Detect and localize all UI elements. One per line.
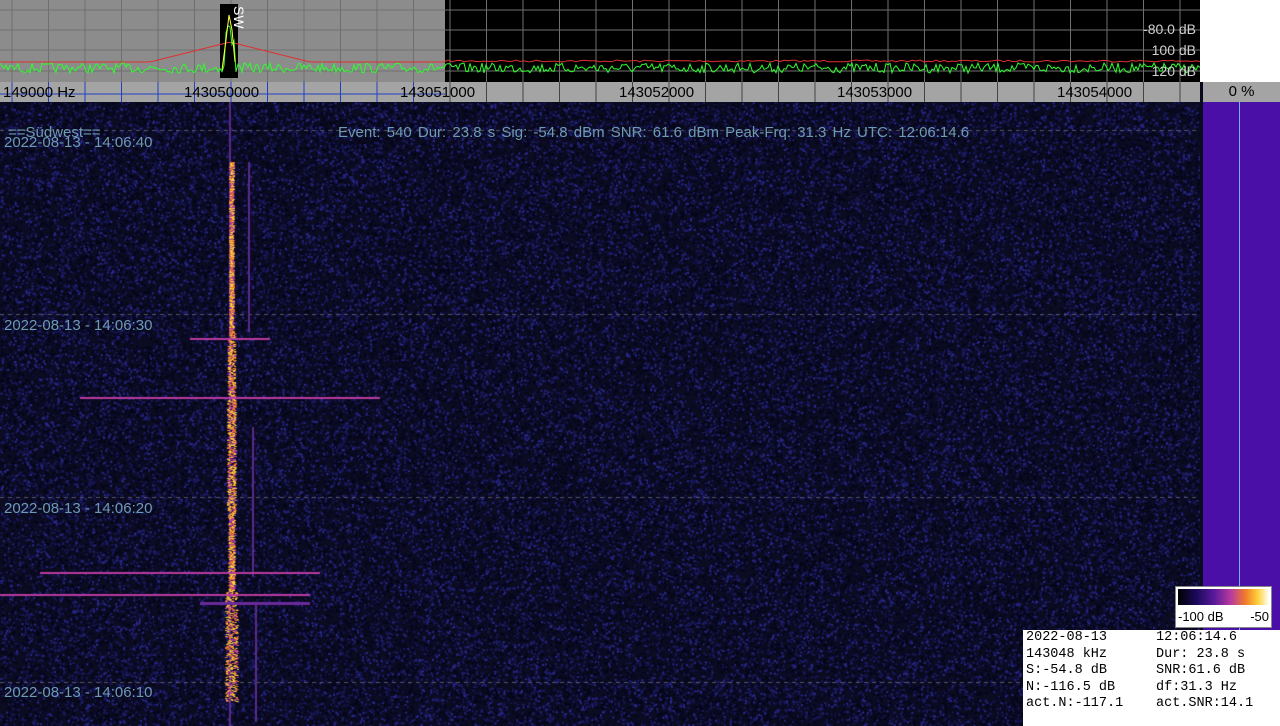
info-row: act.N:-117.1 act.SNR:14.1	[1023, 696, 1280, 713]
freq-label-start: 149000 Hz	[3, 84, 76, 101]
freq-label-1: 143050000	[184, 84, 260, 101]
info-act-noise: act.N:-117.1	[1026, 696, 1124, 711]
colorbar-high-label: -50	[1250, 609, 1269, 624]
top-right-panel	[1200, 0, 1280, 82]
freq-label-4: 143053000	[837, 84, 913, 101]
timestamp-label: 2022-08-13 - 14:06:20	[4, 500, 153, 517]
info-date: 2022-08-13	[1026, 630, 1108, 645]
freq-label-5: 143054000	[1057, 84, 1133, 101]
freq-label-3: 143052000	[619, 84, 695, 101]
info-signal: S:-54.8 dB	[1026, 663, 1108, 678]
info-row: 143048 kHz Dur: 23.8 s	[1023, 647, 1280, 664]
info-frequency: 143048 kHz	[1026, 646, 1108, 662]
db-label-top: -80.0 dB	[1143, 21, 1196, 37]
colorbar-low-label: -100 dB	[1178, 609, 1224, 624]
marker-label: SW	[231, 6, 247, 29]
waterfall-canvas	[0, 102, 1200, 726]
percent-readout: 0 %	[1203, 82, 1280, 102]
info-duration: Dur: 23.8 s	[1156, 646, 1246, 662]
info-panel: 2022-08-13 12:06:14.6 143048 kHz Dur: 23.8…	[1023, 630, 1280, 726]
info-act-snr: act.SNR:14.1	[1156, 696, 1254, 711]
info-snr: SNR:61.6 dB	[1156, 663, 1246, 678]
colorbar-gradient	[1178, 589, 1269, 605]
info-row: N:-116.5 dB df:31.3 Hz	[1023, 680, 1280, 697]
waterfall-display[interactable]: ==Südwest== Event: 540 Dur: 23.8 s Sig: …	[0, 102, 1200, 726]
spectrum-graph: SW	[0, 0, 1200, 82]
freq-label-2: 143051000	[400, 84, 476, 101]
db-label-mid: 100 dB	[1151, 42, 1196, 58]
colorbar-legend: -100 dB -50	[1175, 586, 1272, 628]
info-df: df:31.3 Hz	[1156, 679, 1238, 695]
info-row: S:-54.8 dB SNR:61.6 dB	[1023, 663, 1280, 680]
spectrum-display[interactable]: SW -80.0 dB 100 dB 120 dB	[0, 0, 1200, 82]
info-row: 2022-08-13 12:06:14.6	[1023, 630, 1280, 647]
timestamp-label: 2022-08-13 - 14:06:10	[4, 684, 153, 701]
axis-ticks	[0, 82, 1181, 102]
db-label-bottom: 120 dB	[1151, 63, 1196, 79]
timestamp-label: 2022-08-13 - 14:06:40	[4, 134, 153, 151]
frequency-axis[interactable]: 149000 Hz 143050000 143051000 143052000 …	[0, 82, 1200, 102]
info-time: 12:06:14.6	[1156, 630, 1238, 645]
event-info: Event: 540 Dur: 23.8 s Sig: -54.8 dBm SN…	[338, 124, 970, 141]
timestamp-label: 2022-08-13 - 14:06:30	[4, 317, 153, 334]
info-noise: N:-116.5 dB	[1026, 679, 1116, 695]
